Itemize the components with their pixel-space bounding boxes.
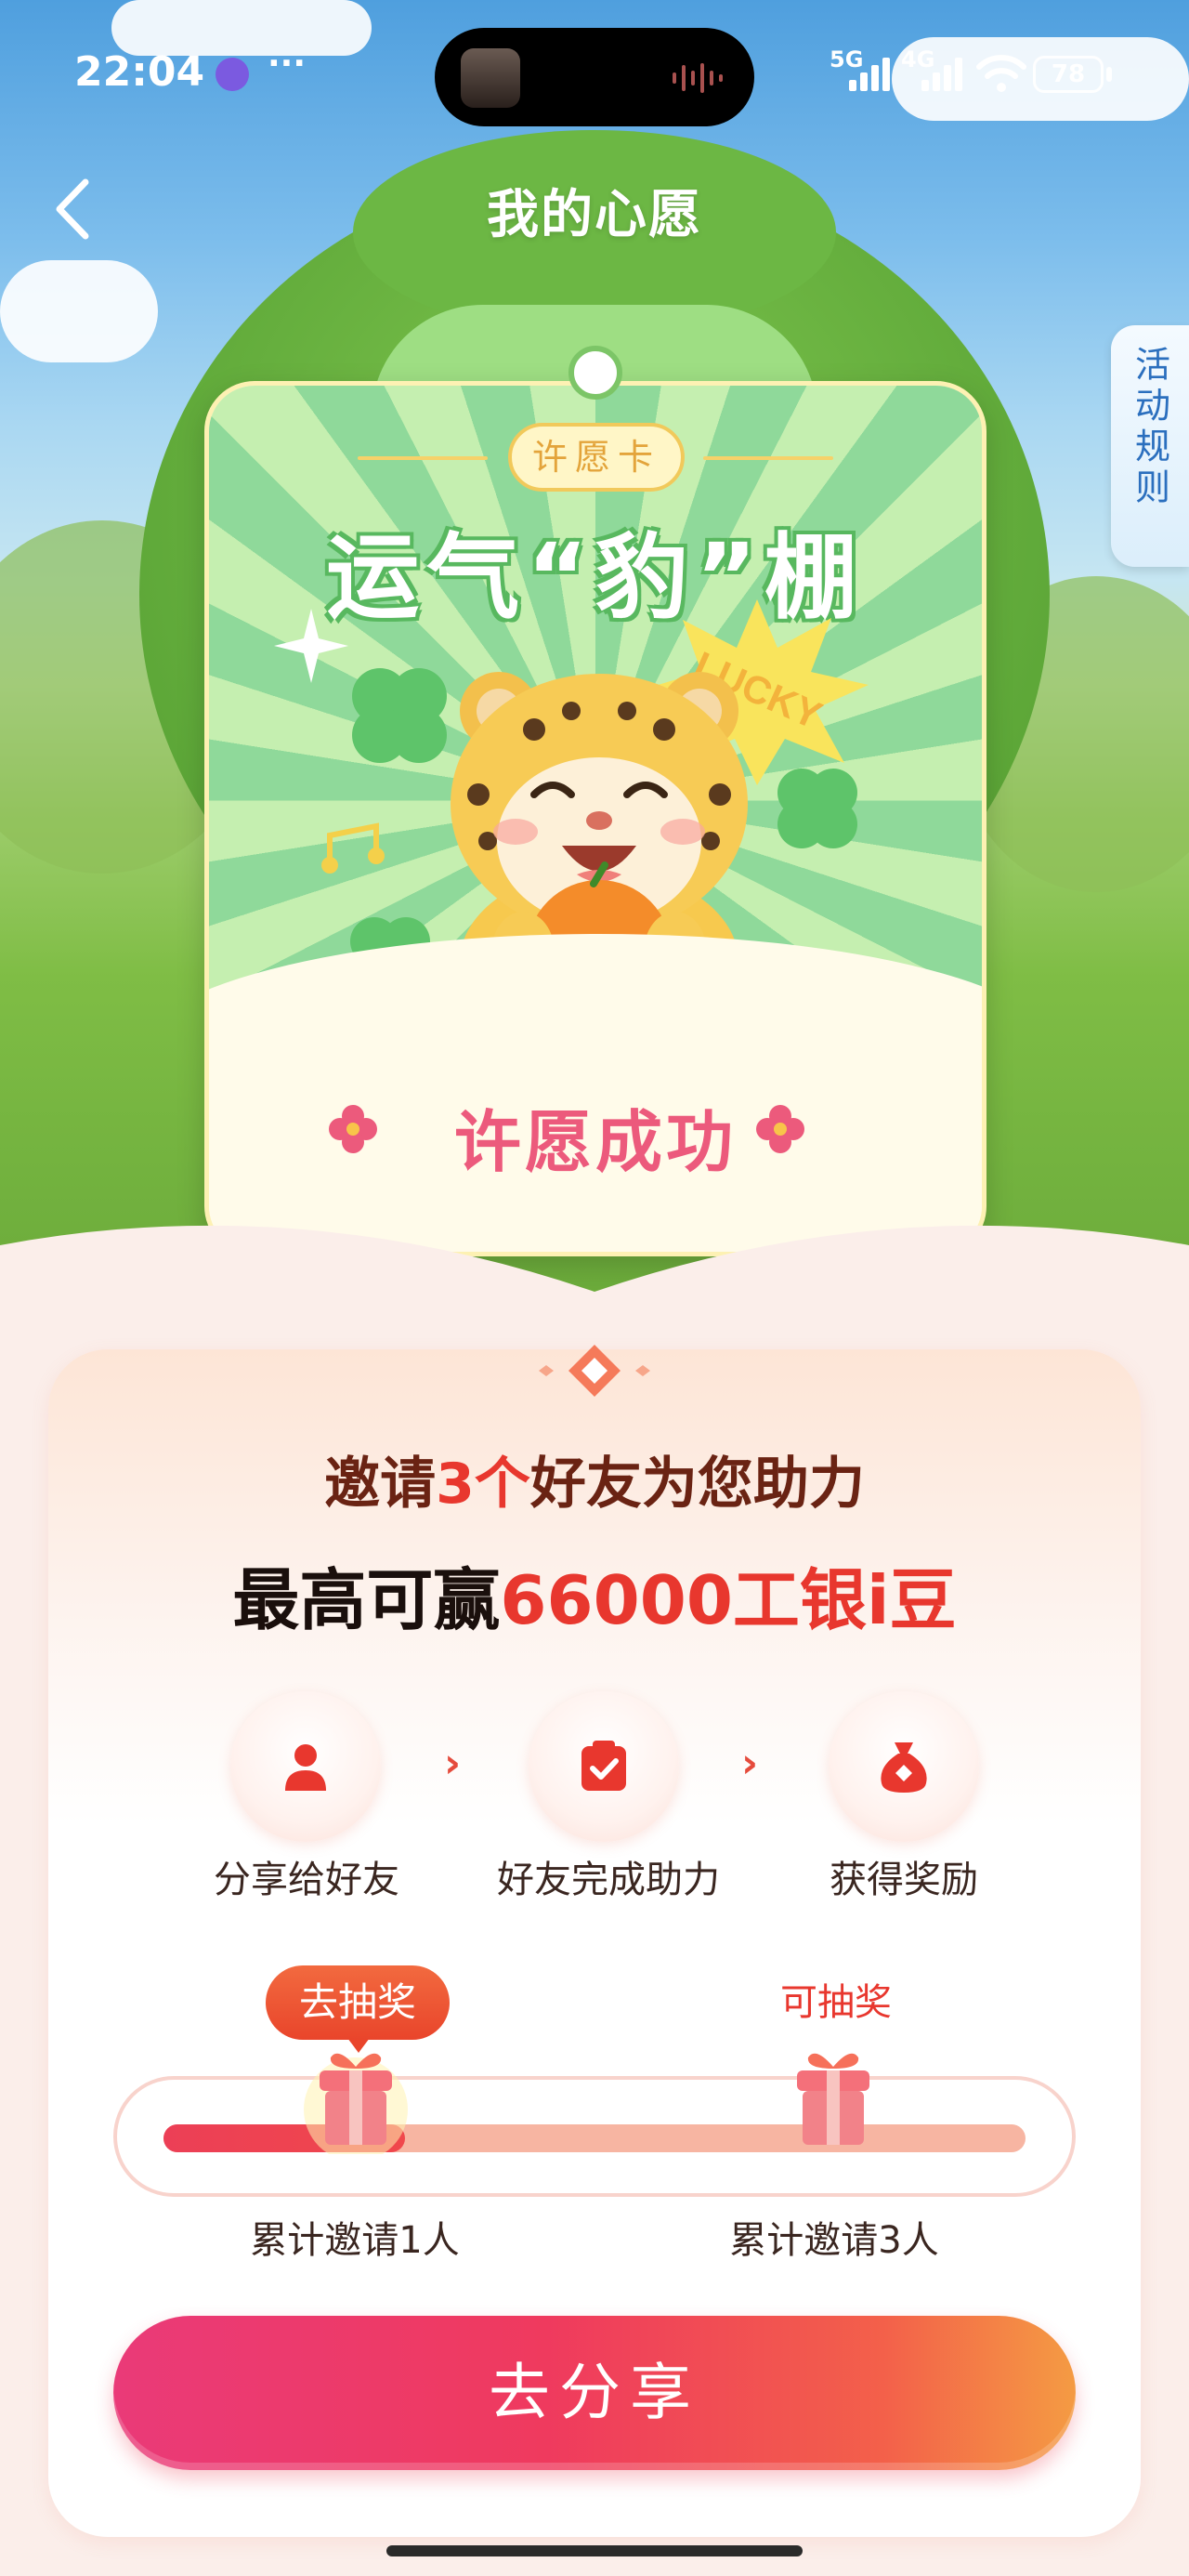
audio-wave-icon bbox=[673, 63, 723, 93]
invite-headline: 邀请3个好友为您助力 bbox=[0, 1439, 1189, 1519]
card-hang-hole bbox=[568, 346, 622, 400]
status-more: ··· bbox=[268, 45, 307, 83]
milestone-label-3: 累计邀请3人 bbox=[729, 2219, 939, 2262]
reward-headline: 最高可赢66000工银i豆 bbox=[0, 1545, 1189, 1643]
can-draw-label: 可抽奖 bbox=[780, 1981, 892, 2024]
step-label-reward: 获得奖励 bbox=[830, 1859, 978, 1901]
home-indicator[interactable] bbox=[386, 2545, 803, 2556]
activity-rules-label: 活动规则 bbox=[1129, 346, 1170, 509]
go-draw-button[interactable]: 去抽奖 bbox=[266, 1965, 450, 2053]
gift-box-icon[interactable] bbox=[301, 2044, 411, 2154]
step-label-assist: 好友完成助力 bbox=[497, 1859, 720, 1901]
step-reward bbox=[829, 1691, 979, 1842]
music-note-icon bbox=[321, 822, 385, 874]
milestone-label-1: 累计邀请1人 bbox=[250, 2219, 460, 2262]
caller-avatar bbox=[461, 48, 520, 108]
invite-prefix: 邀请 bbox=[324, 1452, 437, 1517]
gift-box-icon[interactable] bbox=[778, 2044, 888, 2154]
clipboard-check-icon bbox=[581, 1741, 626, 1791]
badge-line-left bbox=[358, 456, 488, 460]
share-button[interactable]: 去分享 bbox=[113, 2316, 1076, 2470]
wifi-icon bbox=[976, 55, 1026, 92]
sparkle-icon bbox=[274, 609, 348, 683]
signal-5g-icon bbox=[849, 58, 890, 91]
page-title: 我的心愿 bbox=[487, 185, 702, 245]
money-bag-icon bbox=[881, 1742, 927, 1793]
badge-line-right bbox=[703, 456, 833, 460]
dynamic-island bbox=[435, 28, 754, 126]
signal-4g-icon bbox=[921, 58, 962, 91]
flower-icon bbox=[756, 1105, 804, 1153]
chevron-right-icon: › bbox=[444, 1740, 462, 1787]
step-label-share: 分享给好友 bbox=[214, 1859, 399, 1901]
invite-count: 3个 bbox=[436, 1452, 530, 1517]
status-time: 22:04 bbox=[74, 48, 205, 96]
step-share bbox=[230, 1691, 381, 1842]
user-icon bbox=[285, 1744, 326, 1791]
invite-suffix: 好友为您助力 bbox=[529, 1452, 865, 1517]
wish-card-badge: 许愿卡 bbox=[508, 423, 685, 492]
reward-prefix: 最高可赢 bbox=[232, 1561, 501, 1639]
battery-indicator: 78 bbox=[1033, 56, 1104, 93]
panel-ornament-icon bbox=[539, 1345, 650, 1397]
vpn-shield-icon bbox=[216, 58, 249, 91]
wish-status-label: 许愿成功 bbox=[453, 1103, 737, 1181]
battery-tip bbox=[1106, 67, 1112, 82]
reward-amount: 66000工银i豆 bbox=[500, 1561, 957, 1639]
wish-card: 许愿卡 运气“豹”棚 LUCKY 许愿成功 bbox=[204, 381, 986, 1256]
step-assist bbox=[529, 1691, 679, 1842]
activity-rules-tab[interactable]: 活动规则 bbox=[1111, 325, 1189, 567]
chevron-right-icon: › bbox=[741, 1740, 759, 1787]
